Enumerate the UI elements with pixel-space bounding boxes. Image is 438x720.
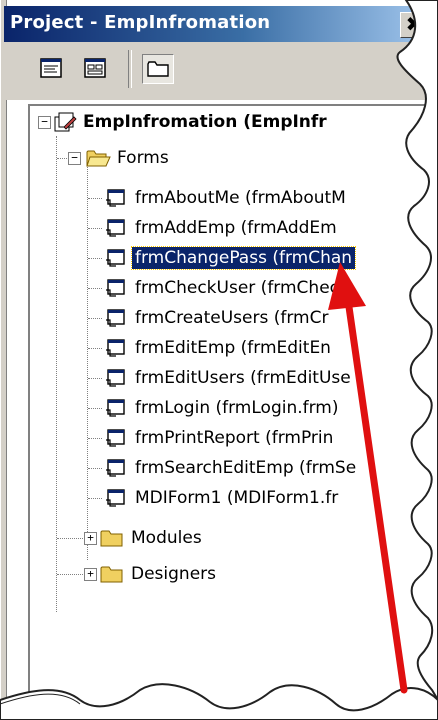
annotation-arrow [328, 262, 408, 694]
project-explorer-window: Project - EmpInfromation ✖ − EmpInfromat… [0, 0, 438, 720]
